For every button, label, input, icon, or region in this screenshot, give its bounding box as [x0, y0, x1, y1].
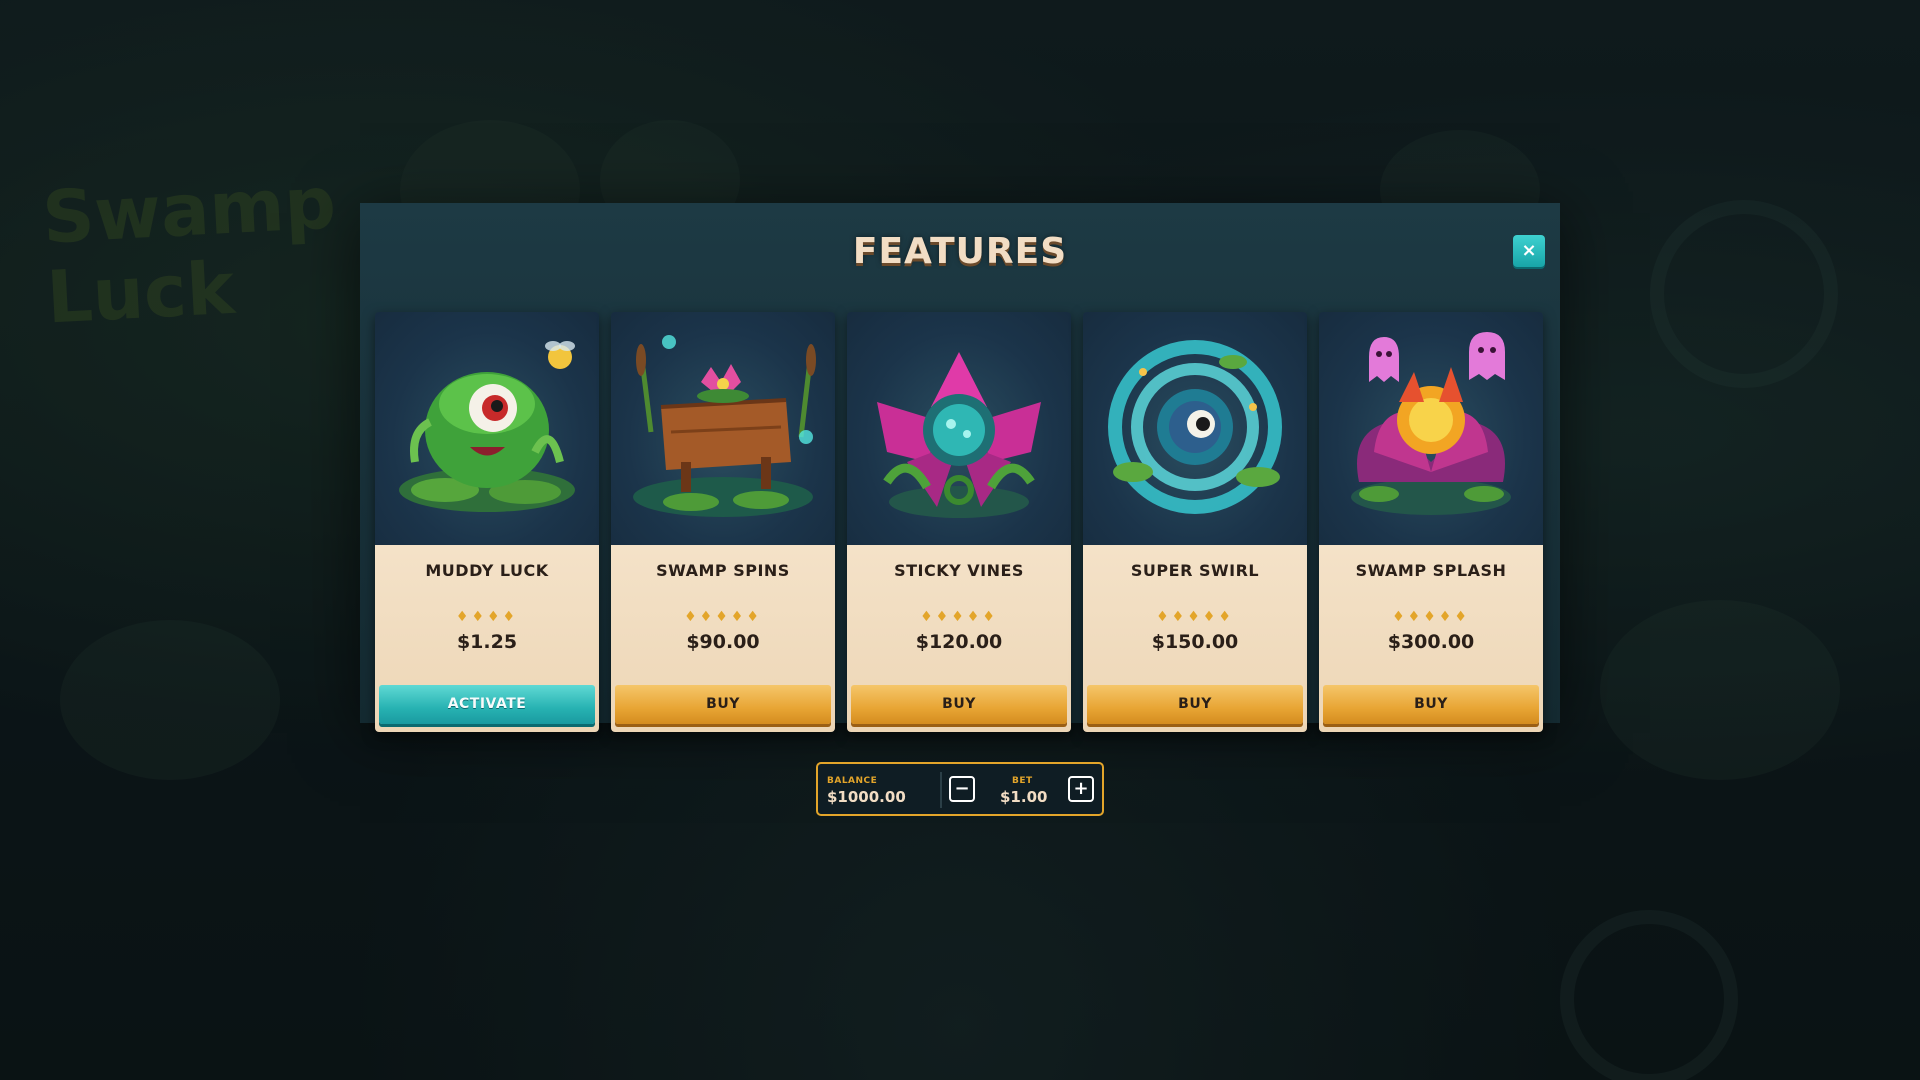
feature-card-sticky-vines: STICKY VINES ♦♦♦♦♦ $120.00 BUY	[847, 312, 1071, 732]
feature-name: STICKY VINES	[894, 561, 1024, 580]
balance-value: $1000.00	[827, 788, 906, 806]
feature-card-swamp-spins: SWAMP SPINS ♦♦♦♦♦ $90.00 BUY	[611, 312, 835, 732]
card-body: MUDDY LUCK ♦♦♦♦ $1.25 ACTIVATE	[375, 545, 599, 732]
features-modal: FEATURES × MUDDY LUCK ♦♦♦♦ $1.25 ACTIVAT…	[360, 203, 1560, 732]
balance-label: BALANCE	[827, 776, 878, 786]
feature-price: $90.00	[686, 631, 760, 653]
card-body: SWAMP SPINS ♦♦♦♦♦ $90.00 BUY	[611, 545, 835, 732]
feature-name: SUPER SWIRL	[1130, 561, 1260, 580]
buy-button[interactable]: BUY	[1087, 685, 1303, 724]
bet-increase-button[interactable]: +	[1068, 776, 1094, 802]
bet-label: BET	[1012, 776, 1033, 786]
balance-bet-panel: BALANCE $1000.00 − BET $1.00 +	[816, 762, 1104, 816]
card-body: STICKY VINES ♦♦♦♦♦ $120.00 BUY	[847, 545, 1071, 732]
feature-price: $120.00	[915, 631, 1003, 653]
water-vortex-eye-icon	[1108, 340, 1282, 514]
feature-name: MUDDY LUCK	[425, 561, 549, 580]
bet-decrease-button[interactable]: −	[949, 776, 975, 802]
feature-art	[847, 312, 1071, 545]
green-swamp-monster-icon	[399, 341, 575, 512]
feature-art	[611, 312, 835, 545]
feature-price: $150.00	[1151, 631, 1239, 653]
rating-icons: ♦♦♦♦♦	[1156, 609, 1234, 625]
feature-card-swamp-splash: SWAMP SPLASH ♦♦♦♦♦ $300.00 BUY	[1319, 312, 1543, 732]
feature-name: SWAMP SPLASH	[1355, 561, 1507, 580]
close-button[interactable]: ×	[1513, 235, 1545, 267]
feature-price: $1.25	[456, 631, 518, 653]
pink-carnivorous-flower-icon	[877, 352, 1041, 518]
buy-button[interactable]: BUY	[851, 685, 1067, 724]
magic-bloom-ghosts-icon	[1351, 332, 1511, 515]
feature-art	[375, 312, 599, 545]
feature-name: SWAMP SPINS	[656, 561, 790, 580]
buy-button[interactable]: BUY	[1323, 685, 1539, 724]
modal-title: FEATURES	[852, 231, 1068, 272]
wooden-sign-lotus-icon	[633, 335, 816, 517]
bet-value: $1.00	[1000, 788, 1048, 806]
rating-icons: ♦♦♦♦♦	[684, 609, 762, 625]
card-body: SWAMP SPLASH ♦♦♦♦♦ $300.00 BUY	[1319, 545, 1543, 732]
feature-card-muddy-luck: MUDDY LUCK ♦♦♦♦ $1.25 ACTIVATE	[375, 312, 599, 732]
activate-button[interactable]: ACTIVATE	[379, 685, 595, 724]
feature-art	[1319, 312, 1543, 545]
rating-icons: ♦♦♦♦♦	[920, 609, 998, 625]
rating-icons: ♦♦♦♦	[455, 609, 519, 625]
divider	[940, 772, 942, 808]
buy-button[interactable]: BUY	[615, 685, 831, 724]
feature-card-super-swirl: SUPER SWIRL ♦♦♦♦♦ $150.00 BUY	[1083, 312, 1307, 732]
feature-price: $300.00	[1387, 631, 1475, 653]
feature-art	[1083, 312, 1307, 545]
rating-icons: ♦♦♦♦♦	[1392, 609, 1470, 625]
card-body: SUPER SWIRL ♦♦♦♦♦ $150.00 BUY	[1083, 545, 1307, 732]
